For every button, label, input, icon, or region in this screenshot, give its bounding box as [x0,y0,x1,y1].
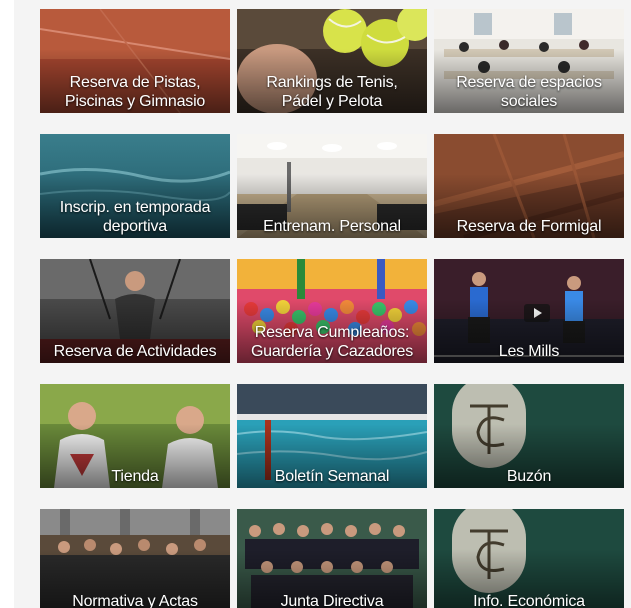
tile-info-economica[interactable]: Info. Económica [434,509,624,608]
tile-reserva-actividades[interactable]: Reserva de Actividades [40,259,230,363]
tile-entrenamiento-personal[interactable]: Entrenam. Personal [237,134,427,238]
tile-label: Reserva Cumpleaños: Guardería y Cazadore… [250,324,414,360]
tile-label: Reserva de Pistas, Piscinas y Gimnasio [64,74,206,110]
tile-label: Tienda [111,468,159,485]
tile-label: Normativa y Actas [72,593,198,608]
tile-junta-directiva[interactable]: Junta Directiva [237,509,427,608]
tile-label: Inscrip. en temporada deportiva [59,199,211,235]
tile-label: Entrenam. Personal [263,218,401,235]
left-gutter [0,0,14,608]
tile-label: Info. Económica [473,593,585,608]
tile-reserva-pistas[interactable]: Reserva de Pistas, Piscinas y Gimnasio [40,9,230,113]
tile-buzon[interactable]: Buzón [434,384,624,488]
tile-boletin-semanal[interactable]: Boletín Semanal [237,384,427,488]
tile-reserva-cumpleanos[interactable]: Reserva Cumpleaños: Guardería y Cazadore… [237,259,427,363]
tile-tienda[interactable]: Tienda [40,384,230,488]
tile-rankings[interactable]: Rankings de Tenis, Pádel y Pelota [237,9,427,113]
tile-inscripcion-temporada[interactable]: Inscrip. en temporada deportiva [40,134,230,238]
tile-label: Reserva de espacios sociales [456,74,602,110]
tile-label: Buzón [506,468,552,485]
tile-reserva-formigal[interactable]: Reserva de Formigal [434,134,624,238]
tile-label: Junta Directiva [280,593,384,608]
services-grid: Reserva de Pistas, Piscinas y Gimnasio R… [40,9,625,608]
tile-label: Rankings de Tenis, Pádel y Pelota [266,74,398,110]
tile-label: Boletín Semanal [274,468,390,485]
tile-label: Reserva de Formigal [456,218,602,235]
tile-espacios-sociales[interactable]: Reserva de espacios sociales [434,9,624,113]
page: Reserva de Pistas, Piscinas y Gimnasio R… [0,0,631,608]
tile-les-mills[interactable]: Les Mills [434,259,624,363]
tile-label: Les Mills [498,343,560,360]
tile-label: Reserva de Actividades [53,343,217,360]
tile-normativa-actas[interactable]: Normativa y Actas [40,509,230,608]
